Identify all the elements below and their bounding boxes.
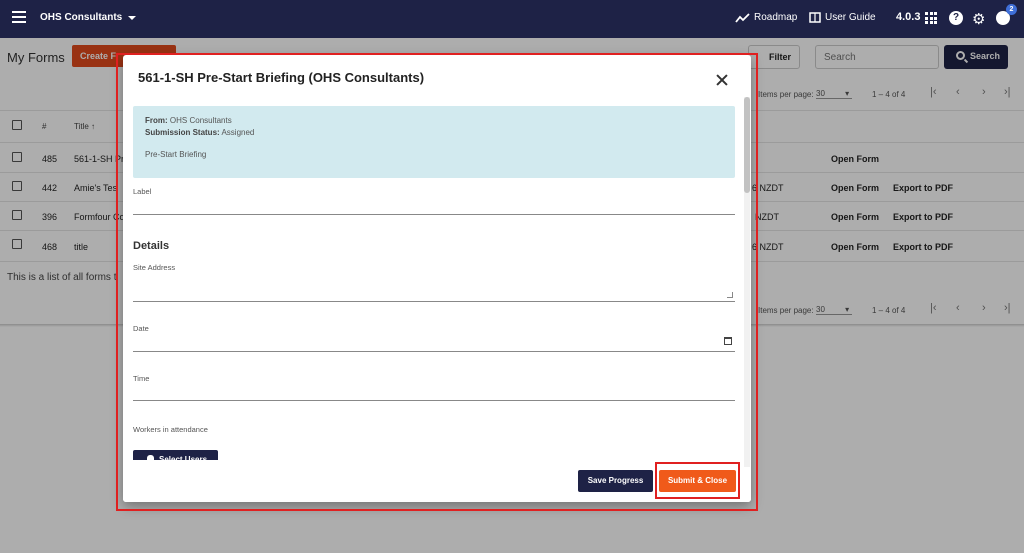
apps-grid-icon[interactable] — [925, 12, 937, 24]
book-icon — [809, 12, 821, 23]
help-icon[interactable]: ? — [949, 11, 963, 25]
organization-selector[interactable]: OHS Consultants — [40, 12, 137, 23]
organization-name: OHS Consultants — [40, 12, 123, 23]
top-app-bar: OHS Consultants Roadmap User Guide 4.0.3… — [0, 0, 1024, 38]
annotation-frame-submit — [655, 462, 740, 499]
hamburger-menu-icon[interactable] — [12, 11, 26, 23]
annotation-frame-dialog — [116, 53, 758, 511]
user-guide-link[interactable]: User Guide — [809, 12, 876, 23]
user-guide-label: User Guide — [825, 12, 876, 23]
notification-badge: 2 — [1006, 4, 1017, 15]
version-label: 4.0.3 — [896, 11, 921, 23]
trend-icon — [735, 12, 750, 23]
gear-icon[interactable]: ⚙ — [972, 10, 985, 28]
roadmap-label: Roadmap — [754, 12, 798, 23]
chevron-down-icon — [128, 15, 137, 20]
roadmap-link[interactable]: Roadmap — [735, 12, 797, 23]
